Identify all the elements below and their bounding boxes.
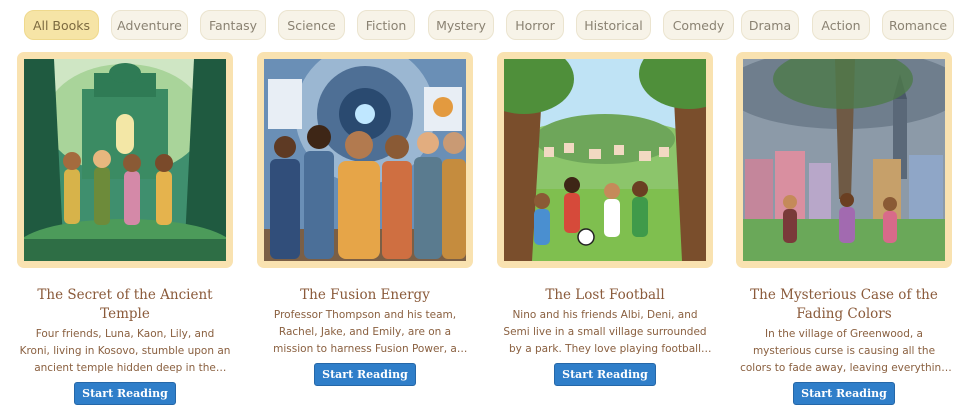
book-cover-image[interactable] (17, 52, 233, 268)
filter-mystery[interactable]: Mystery (428, 10, 494, 40)
filter-action[interactable]: Action (812, 10, 870, 40)
fading-colors-village-illustration (743, 59, 945, 261)
filter-comedy[interactable]: Comedy (663, 10, 734, 40)
book-description: Four friends, Luna, Kaon, Lily, and Kron… (19, 328, 231, 374)
book-title[interactable]: The Lost Football (497, 286, 713, 305)
book-title[interactable]: The Mysterious Case of the Fading Colors (736, 286, 952, 324)
filter-all-books[interactable]: All Books (24, 10, 99, 40)
book-description: Nino and his friends Albi, Deni, and Sem… (503, 309, 707, 355)
book-description: Professor Thompson and his team, Rachel,… (273, 309, 457, 355)
book-cover-image[interactable] (736, 52, 952, 268)
book-card: The Lost Football Nino and his friends A… (497, 52, 713, 386)
filter-historical[interactable]: Historical (576, 10, 651, 40)
filter-romance[interactable]: Romance (882, 10, 954, 40)
football-park-illustration (504, 59, 706, 261)
book-cover-image[interactable] (257, 52, 473, 268)
filter-horror[interactable]: Horror (506, 10, 564, 40)
book-title[interactable]: The Fusion Energy (257, 286, 473, 305)
book-card: The Fusion Energy Professor Thompson and… (257, 52, 473, 386)
start-reading-button[interactable]: Start Reading (74, 382, 176, 405)
book-cover-image[interactable] (497, 52, 713, 268)
filter-fiction[interactable]: Fiction (357, 10, 415, 40)
book-card: The Mysterious Case of the Fading Colors… (736, 52, 952, 405)
start-reading-button[interactable]: Start Reading (793, 382, 895, 405)
filter-fantasy[interactable]: Fantasy (200, 10, 266, 40)
book-description: In the village of Greenwood, a mysteriou… (740, 328, 948, 374)
start-reading-button[interactable]: Start Reading (554, 363, 656, 386)
temple-illustration (24, 59, 226, 261)
start-reading-button[interactable]: Start Reading (314, 363, 416, 386)
book-title[interactable]: The Secret of the Ancient Temple (17, 286, 233, 324)
fusion-lab-illustration (264, 59, 466, 261)
book-card: The Secret of the Ancient Temple Four fr… (17, 52, 233, 405)
filter-adventure[interactable]: Adventure (111, 10, 188, 40)
filter-drama[interactable]: Drama (741, 10, 799, 40)
filter-science[interactable]: Science (278, 10, 345, 40)
